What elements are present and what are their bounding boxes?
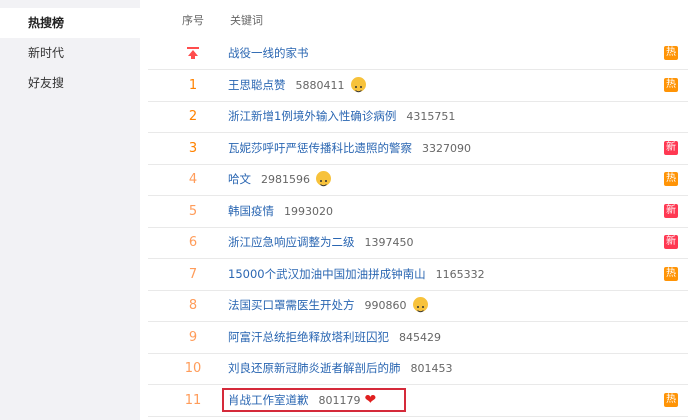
- hot-badge: 热: [664, 46, 678, 60]
- search-count: 845429: [399, 330, 441, 344]
- search-count: 1993020: [284, 204, 333, 218]
- keyword-cell: 韩国疫情 1993020: [228, 196, 333, 227]
- keyword-column-header: 关键词: [230, 14, 263, 27]
- list-header: 序号 关键词: [148, 12, 688, 32]
- keyword-cell: 法国买口罩需医生开处方 990860: [228, 290, 428, 321]
- sidebar: 热搜榜 新时代 好友搜: [0, 0, 140, 420]
- search-count: 1165332: [435, 267, 485, 281]
- keyword-link[interactable]: 浙江应急响应调整为二级: [228, 235, 355, 249]
- emoji-face-icon: [350, 76, 366, 92]
- keyword-cell: 阿富汗总统拒绝释放塔利班囚犯 845429: [228, 322, 441, 353]
- emoji-face-icon: [412, 297, 428, 313]
- search-count: 1397450: [364, 236, 414, 249]
- rank-number: 5: [188, 203, 198, 219]
- keyword-cell: 战役一线的家书: [228, 38, 309, 69]
- keyword-cell: 瓦妮莎呼吁严惩传播科比遗照的警察 3327090: [228, 133, 471, 164]
- hot-badge: 热: [664, 172, 678, 186]
- table-row: 6 浙江应急响应调整为二级 1397450 新: [148, 227, 688, 259]
- new-badge: 新: [664, 235, 678, 249]
- table-row: 3 瓦妮莎呼吁严惩传播科比遗照的警察 3327090 新: [148, 133, 688, 165]
- hot-badge: 热: [664, 77, 678, 92]
- hot-search-list: 序号 关键词 战役一线的家书热 1 王思聪点赞 5880411 热 2 浙江新增1例境外输入…: [148, 0, 688, 420]
- table-row: 11 肖战工作室道歉 801179 ❤ 热: [148, 385, 688, 417]
- table-row: 战役一线的家书 热: [148, 38, 688, 70]
- rank-number: 3: [188, 140, 198, 156]
- keyword-cell: 浙江新增1例境外输入性确诊病例 4315751: [228, 101, 455, 132]
- rank-number: 9: [188, 329, 198, 345]
- keyword-link[interactable]: 刘良还原新冠肺炎逝者解剖后的肺: [228, 361, 401, 375]
- rank-number: 11: [184, 392, 202, 408]
- search-count: 4315751: [406, 110, 456, 123]
- hot-badge: 热: [664, 392, 678, 407]
- new-badge: 新: [664, 203, 678, 218]
- keyword-cell: 哈文 2981596: [228, 164, 331, 195]
- pinned-top-icon: [187, 47, 199, 59]
- keyword-link[interactable]: 瓦妮莎呼吁严惩传播科比遗照的警察: [228, 141, 412, 155]
- search-count: 801453: [410, 362, 453, 375]
- table-row: 7 15000个武汉加油中国加油拼成钟南山 1165332 热: [148, 259, 688, 291]
- keyword-link[interactable]: 战役一线的家书: [228, 46, 309, 60]
- search-count: 2981596: [261, 173, 310, 186]
- keyword-link[interactable]: 15000个武汉加油中国加油拼成钟南山: [228, 267, 426, 281]
- rank-number: 4: [188, 172, 198, 187]
- sidebar-item-friends-search[interactable]: 好友搜: [0, 68, 140, 98]
- keyword-link[interactable]: 王思聪点赞: [228, 78, 286, 92]
- table-row: 10 刘良还原新冠肺炎逝者解剖后的肺 801453: [148, 353, 688, 385]
- keyword-link[interactable]: 阿富汗总统拒绝释放塔利班囚犯: [228, 330, 389, 344]
- keyword-cell: 刘良还原新冠肺炎逝者解剖后的肺 801453: [228, 353, 453, 384]
- rank-number: 1: [188, 77, 198, 93]
- keyword-link[interactable]: 法国买口罩需医生开处方: [228, 298, 355, 312]
- rank-number: 6: [188, 235, 198, 250]
- table-row: 8 法国买口罩需医生开处方 990860: [148, 290, 688, 322]
- search-count: 3327090: [422, 141, 471, 155]
- rank-number: 8: [188, 298, 198, 313]
- table-row: 9 阿富汗总统拒绝释放塔利班囚犯 845429: [148, 322, 688, 354]
- table-row: 2 浙江新增1例境外输入性确诊病例 4315751: [148, 101, 688, 133]
- keyword-cell: 浙江应急响应调整为二级 1397450: [228, 227, 414, 258]
- sidebar-item-new-era[interactable]: 新时代: [0, 38, 140, 68]
- keyword-cell: 15000个武汉加油中国加油拼成钟南山 1165332: [228, 259, 485, 290]
- highlight-box: [222, 387, 406, 412]
- table-row: 5 韩国疫情 1993020 新: [148, 196, 688, 228]
- search-count: 990860: [364, 299, 407, 312]
- new-badge: 新: [664, 140, 678, 155]
- keyword-link[interactable]: 韩国疫情: [228, 204, 274, 218]
- rank-number: 10: [184, 361, 202, 376]
- keyword-cell: 王思聪点赞 5880411: [228, 70, 366, 101]
- table-row: 4 哈文 2981596 热: [148, 164, 688, 196]
- rank-number: 7: [188, 266, 198, 282]
- keyword-link[interactable]: 哈文: [228, 172, 251, 186]
- sidebar-item-hot-search[interactable]: 热搜榜: [0, 8, 140, 38]
- emoji-face-icon: [316, 171, 331, 187]
- rank-column-header: 序号: [182, 14, 204, 27]
- hot-badge: 热: [664, 266, 678, 281]
- keyword-link[interactable]: 浙江新增1例境外输入性确诊病例: [228, 109, 396, 123]
- table-row: 1 王思聪点赞 5880411 热: [148, 70, 688, 102]
- search-count: 5880411: [295, 78, 345, 92]
- rank-number: 2: [188, 109, 198, 124]
